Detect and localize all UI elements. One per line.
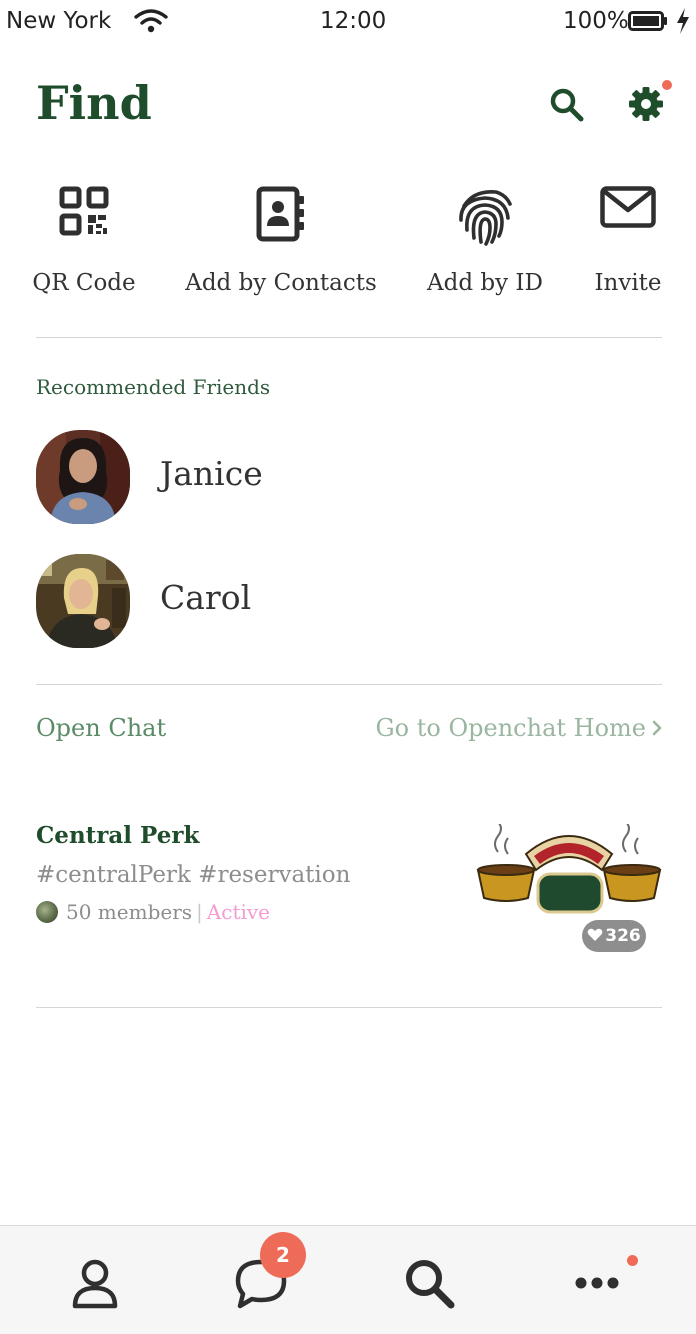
open-chat-title: Open Chat: [36, 714, 167, 742]
carrier-label: New York: [6, 8, 112, 34]
friend-name: Janice: [160, 454, 263, 493]
add-by-contacts-action[interactable]: Add by Contacts: [180, 180, 382, 310]
recommended-friends-title: Recommended Friends: [36, 375, 271, 399]
add-by-contacts-label: Add by Contacts: [185, 270, 377, 296]
qr-code-label: QR Code: [32, 270, 136, 296]
battery-icon: [628, 11, 667, 31]
quick-actions: QR Code Add by Contacts Add by ID Invite: [0, 180, 696, 310]
add-by-id-action[interactable]: Add by ID: [418, 180, 552, 310]
more-notification-dot: [627, 1255, 638, 1266]
bottom-nav: [0, 1225, 696, 1334]
avatar: [36, 430, 130, 524]
qr-code-icon: [59, 186, 109, 236]
page-title: Find: [36, 76, 152, 130]
friend-item[interactable]: Janice: [36, 430, 662, 524]
contacts-book-icon: [256, 186, 304, 242]
heart-icon: [587, 928, 603, 941]
settings-gear-icon[interactable]: [626, 84, 666, 124]
friend-name: Carol: [160, 578, 252, 617]
qr-code-action[interactable]: QR Code: [26, 180, 142, 310]
clock: 12:00: [320, 8, 387, 34]
central-perk-logo: [476, 824, 662, 914]
status-badge: Active: [206, 900, 271, 924]
charging-icon: [677, 8, 689, 34]
divider: [36, 1007, 662, 1008]
openchat-home-label: Go to Openchat Home: [375, 714, 647, 742]
search-icon[interactable]: [548, 86, 586, 124]
fingerprint-icon: [459, 189, 512, 246]
member-avatar: [36, 901, 58, 923]
friends-tab-person-icon[interactable]: [68, 1256, 122, 1310]
friend-item[interactable]: Carol: [36, 554, 662, 648]
chevron-right-icon: [652, 720, 662, 736]
open-chat-card[interactable]: Central Perk #centralPerk #reservation 5…: [36, 820, 662, 960]
add-by-id-label: Add by ID: [427, 270, 543, 296]
likes-count: 326: [605, 926, 641, 946]
member-count: 50 members: [66, 900, 193, 924]
chat-meta: 50 members | Active: [36, 900, 270, 924]
divider: [36, 684, 662, 685]
invite-action[interactable]: Invite: [588, 180, 668, 310]
chat-tags: #centralPerk #reservation: [36, 862, 351, 888]
envelope-icon: [600, 186, 656, 228]
find-tab-search-icon[interactable]: [402, 1256, 456, 1310]
openchat-home-link[interactable]: Go to Openchat Home: [376, 714, 663, 742]
likes-badge: 326: [582, 920, 646, 952]
divider: [36, 337, 662, 338]
avatar: [36, 554, 130, 648]
chat-name: Central Perk: [36, 822, 200, 849]
invite-label: Invite: [594, 270, 662, 296]
wifi-icon: [134, 9, 168, 33]
status-bar: New York 12:00 100%: [0, 0, 696, 44]
meta-separator: |: [196, 900, 203, 924]
more-tab-ellipsis-icon[interactable]: [570, 1256, 624, 1310]
chat-unread-badge: 2: [260, 1232, 306, 1278]
battery-percentage: 100%: [563, 8, 629, 34]
settings-notification-dot: [662, 80, 672, 90]
